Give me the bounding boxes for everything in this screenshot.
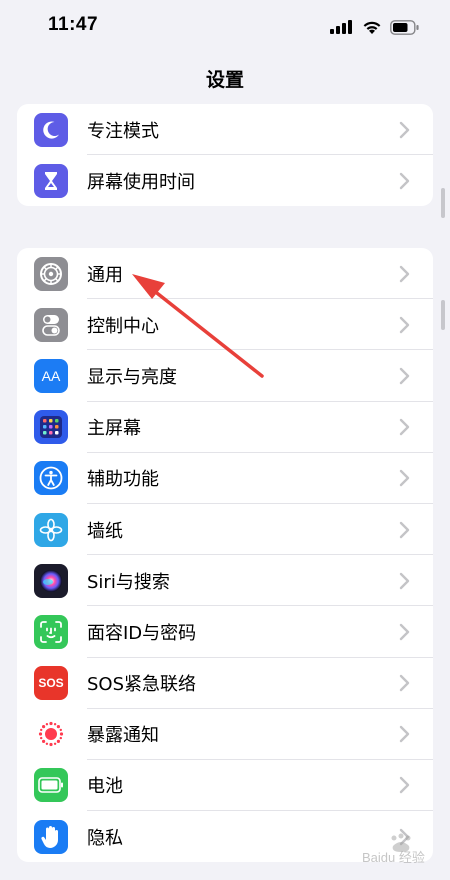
settings-group-focus: 专注模式 屏幕使用时间 [17, 104, 433, 207]
settings-row-accessibility[interactable]: 辅助功能 [17, 453, 433, 504]
cellular-signal-icon [330, 20, 352, 34]
chevron-right-icon [399, 316, 410, 333]
svg-text:Baidu 经验: Baidu 经验 [362, 850, 425, 865]
chevron-right-icon [399, 521, 410, 538]
text-size-icon: AA [34, 358, 68, 393]
status-icons [330, 16, 420, 38]
accessibility-icon [34, 461, 68, 496]
chevron-right-icon [399, 572, 410, 589]
scroll-indicator[interactable] [441, 188, 445, 218]
settings-row-display-brightness[interactable]: AA 显示与亮度 [17, 350, 433, 402]
settings-row-label: 墙纸 [87, 520, 123, 542]
status-time: 11:47 [48, 14, 99, 35]
sos-glyph: SOS [38, 676, 64, 691]
battery-status-icon [390, 19, 419, 35]
settings-group-general: 通用 控制中心 AA 显示与亮度 主屏幕 辅助功能 墙纸 Siri与搜索 面容I… [17, 248, 433, 863]
settings-row-label: 主屏幕 [87, 418, 141, 440]
chevron-right-icon [399, 367, 410, 385]
settings-row-label: 暴露通知 [87, 725, 159, 747]
settings-row-emergency-sos[interactable]: SOS SOS紧急联络 [17, 658, 433, 709]
toggles-icon [34, 307, 68, 342]
settings-row-screen-time[interactable]: 屏幕使用时间 [17, 155, 433, 206]
settings-row-general[interactable]: 通用 [17, 248, 433, 300]
wifi-icon [363, 21, 381, 34]
settings-row-label: 辅助功能 [87, 469, 159, 491]
chevron-right-icon [399, 674, 410, 692]
battery-icon [34, 768, 68, 803]
chevron-right-icon [399, 265, 410, 282]
scroll-indicator[interactable] [441, 300, 445, 330]
settings-row-label: 面容ID与密码 [87, 622, 197, 644]
text-size-glyph: AA [41, 367, 61, 384]
settings-row-exposure-notifications[interactable]: 暴露通知 [17, 709, 433, 760]
settings-row-home-screen[interactable]: 主屏幕 [17, 402, 433, 453]
settings-row-label: 显示与亮度 [87, 366, 177, 388]
sos-icon: SOS [34, 666, 68, 701]
settings-row-label: 专注模式 [87, 120, 159, 142]
home-screen-grid-icon [34, 410, 68, 445]
chevron-right-icon [399, 777, 410, 794]
settings-row-siri-search[interactable]: Siri与搜索 [17, 555, 433, 607]
settings-row-focus[interactable]: 专注模式 [17, 104, 433, 156]
gear-icon [34, 256, 68, 291]
siri-icon [34, 563, 68, 598]
flower-icon [34, 512, 68, 547]
settings-row-battery[interactable]: 电池 [17, 760, 433, 812]
chevron-right-icon [399, 121, 410, 138]
settings-row-label: 通用 [87, 264, 123, 286]
settings-row-label: 电池 [87, 776, 123, 798]
settings-row-label: 屏幕使用时间 [87, 171, 195, 193]
hourglass-icon [34, 163, 68, 198]
chevron-right-icon [399, 172, 410, 189]
chevron-right-icon [399, 726, 410, 743]
chevron-right-icon [399, 418, 410, 436]
exposure-icon [34, 717, 68, 752]
settings-row-label: 隐私 [87, 827, 123, 849]
page-title: 设置 [205, 69, 244, 91]
settings-row-control-center[interactable]: 控制中心 [17, 299, 433, 351]
chevron-right-icon [399, 623, 410, 641]
hand-icon [34, 819, 68, 854]
settings-row-wallpaper[interactable]: 墙纸 [17, 504, 433, 556]
watermark-logo: Baidu 经验 [358, 832, 438, 870]
settings-row-label: SOS紧急联络 [87, 674, 197, 696]
chevron-right-icon [399, 470, 410, 487]
moon-icon [34, 112, 68, 147]
settings-row-label: 控制中心 [87, 315, 159, 337]
settings-row-face-id-passcode[interactable]: 面容ID与密码 [17, 606, 433, 658]
status-bar: 11:47 [0, 0, 450, 52]
settings-row-label: Siri与搜索 [87, 571, 170, 593]
navigation-bar: 设置 [0, 52, 450, 102]
face-id-icon [34, 614, 68, 649]
